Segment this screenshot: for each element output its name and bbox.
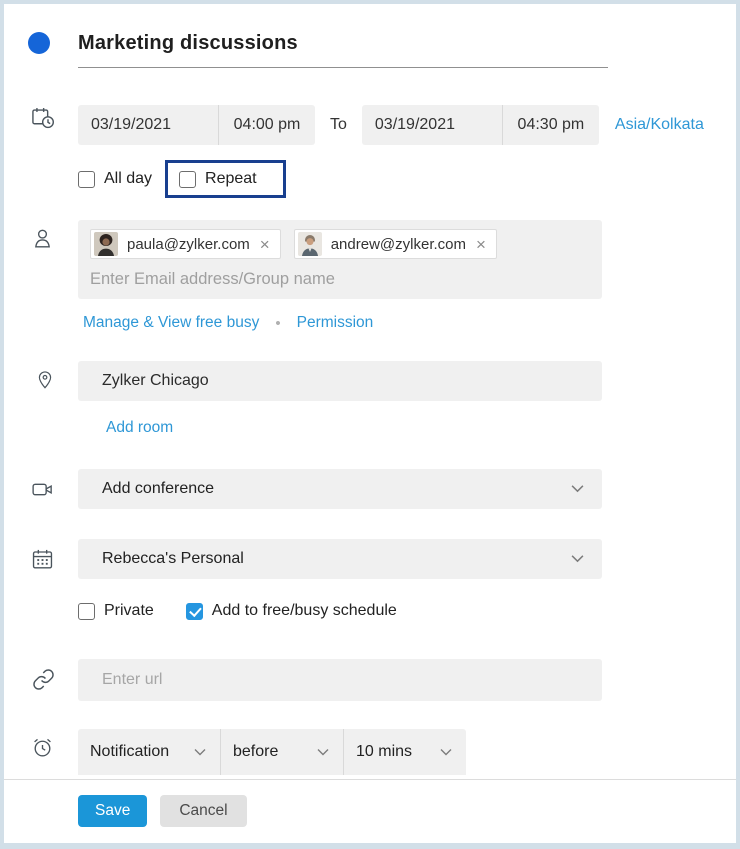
event-title[interactable]: Marketing discussions (78, 32, 298, 55)
private-checkbox[interactable] (78, 603, 95, 620)
chevron-down-icon (317, 743, 329, 761)
all-day-option: All day (78, 170, 152, 188)
end-date-field[interactable]: 03/19/2021 (362, 105, 502, 145)
avatar (298, 232, 322, 256)
chevron-down-icon (194, 743, 206, 761)
conference-select-value: Add conference (102, 480, 571, 498)
location-row (4, 361, 736, 401)
add-room-row: Add room (106, 419, 736, 437)
repeat-option: Repeat (179, 170, 257, 188)
to-label: To (330, 116, 347, 134)
private-option: Private (78, 602, 154, 620)
calendar-select-value: Rebecca's Personal (102, 550, 571, 568)
cancel-button[interactable]: Cancel (160, 795, 246, 827)
title-divider (78, 67, 608, 68)
all-day-label: All day (104, 170, 152, 188)
attendee-email: paula@zylker.com (127, 236, 250, 253)
calendar-select[interactable]: Rebecca's Personal (78, 539, 602, 579)
attendee-input[interactable] (90, 270, 590, 289)
avatar (94, 232, 118, 256)
event-editor-dialog: Marketing discussions 03/19/2021 04:00 p… (0, 0, 740, 849)
attendees-row: paula@zylker.com × andrew@zylker.com (4, 220, 736, 299)
repeat-focus-ring: Repeat (165, 160, 286, 198)
calendar-clock-icon (4, 105, 78, 131)
map-pin-icon (4, 361, 78, 392)
conference-select[interactable]: Add conference (78, 469, 602, 509)
private-label: Private (104, 602, 154, 620)
alarm-clock-icon (4, 729, 78, 760)
attendee-chip-row: paula@zylker.com × andrew@zylker.com (90, 229, 590, 259)
conference-row: Add conference (4, 469, 736, 509)
datetime-row: 03/19/2021 04:00 pm To 03/19/2021 04:30 … (4, 105, 736, 145)
all-day-checkbox[interactable] (78, 171, 95, 188)
url-row (4, 659, 736, 701)
day-repeat-row: All day Repeat (78, 160, 736, 198)
dialog-header: Marketing discussions (28, 28, 736, 58)
notification-type-select[interactable]: Notification (78, 729, 220, 775)
notification-timing-select[interactable]: before (220, 729, 343, 775)
person-icon (4, 220, 78, 251)
video-camera-icon (4, 469, 78, 502)
notification-duration-value: 10 mins (356, 743, 420, 761)
attendees-box: paula@zylker.com × andrew@zylker.com (78, 220, 602, 299)
start-time-field[interactable]: 04:00 pm (218, 105, 315, 145)
freebusy-checkbox[interactable] (186, 603, 203, 620)
chevron-down-icon (571, 480, 584, 498)
add-room-link[interactable]: Add room (106, 419, 173, 436)
attendee-chip: andrew@zylker.com × (294, 229, 497, 259)
links-separator: • (275, 315, 280, 332)
end-datetime-group: 03/19/2021 04:30 pm (362, 105, 599, 145)
notification-timing-value: before (233, 743, 297, 761)
freebusy-label: Add to free/busy schedule (212, 602, 397, 620)
repeat-checkbox[interactable] (179, 171, 196, 188)
freebusy-option: Add to free/busy schedule (186, 602, 397, 620)
chevron-down-icon (440, 743, 452, 761)
remove-attendee-icon[interactable]: × (475, 236, 487, 253)
link-icon (4, 659, 78, 691)
start-date-field[interactable]: 03/19/2021 (78, 105, 218, 145)
permission-link[interactable]: Permission (297, 314, 374, 332)
manage-free-busy-link[interactable]: Manage & View free busy (83, 314, 259, 332)
timezone-link[interactable]: Asia/Kolkata (615, 116, 704, 134)
start-datetime-group: 03/19/2021 04:00 pm (78, 105, 315, 145)
save-button[interactable]: Save (78, 795, 147, 827)
notification-row: Notification before 10 mins (4, 729, 736, 775)
calendar-icon (4, 539, 78, 572)
attendee-links-row: Manage & View free busy • Permission (83, 314, 736, 332)
url-input[interactable] (78, 659, 602, 701)
end-time-field[interactable]: 04:30 pm (502, 105, 599, 145)
notification-duration-select[interactable]: 10 mins (343, 729, 466, 775)
attendee-chip: paula@zylker.com × (90, 229, 281, 259)
attendee-email: andrew@zylker.com (331, 236, 466, 253)
remove-attendee-icon[interactable]: × (259, 236, 271, 253)
notification-type-value: Notification (90, 743, 174, 761)
location-input[interactable] (78, 361, 602, 401)
chevron-down-icon (571, 550, 584, 568)
dialog-footer: Save Cancel (4, 779, 736, 843)
repeat-label: Repeat (205, 170, 257, 188)
event-color-dot[interactable] (28, 32, 50, 54)
visibility-row: Private Add to free/busy schedule (78, 602, 736, 620)
calendar-row: Rebecca's Personal (4, 539, 736, 579)
notification-bar: Notification before 10 mins (78, 729, 466, 775)
